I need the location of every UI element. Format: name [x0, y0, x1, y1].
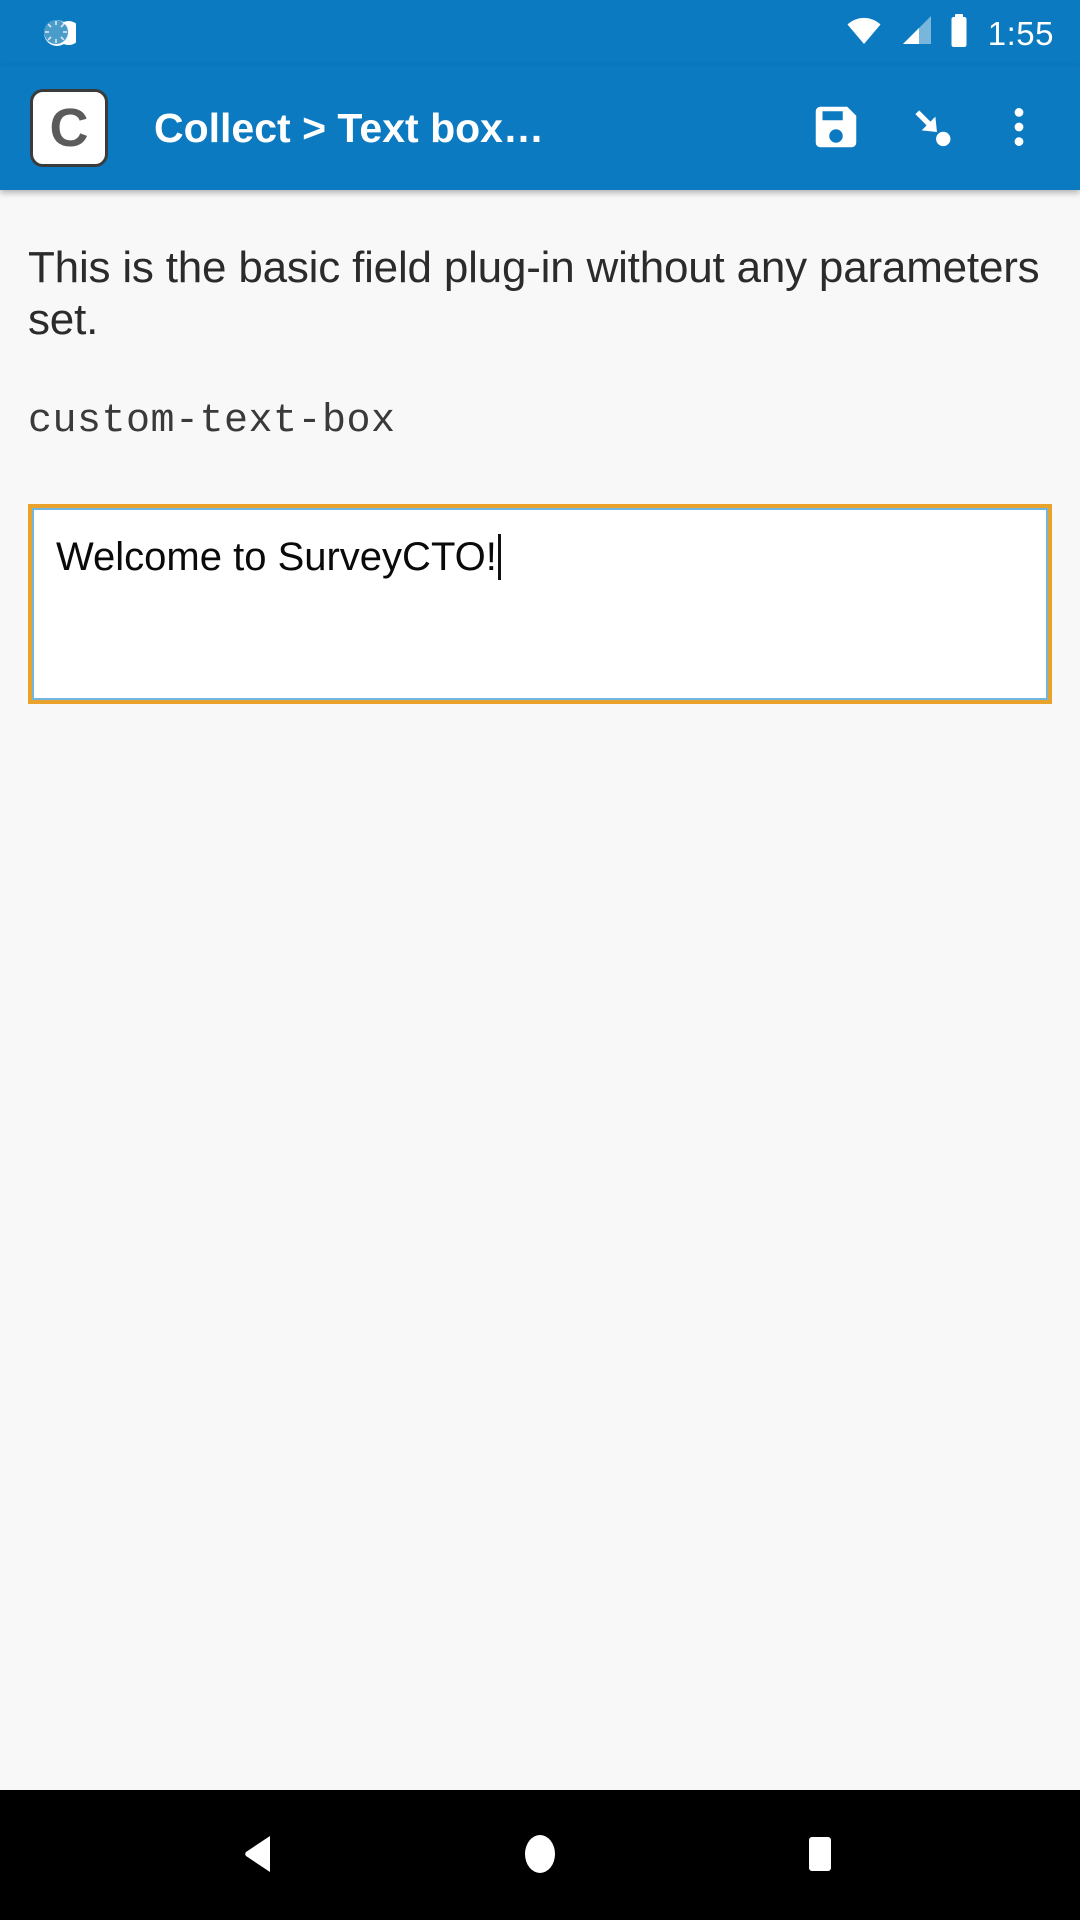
text-caret [497, 533, 501, 580]
nav-home-button[interactable] [480, 1800, 600, 1910]
overflow-menu-button[interactable] [980, 80, 1058, 176]
goto-prompt-button[interactable] [884, 80, 980, 176]
android-screen: 1:55 C Collect > Text box… This is the b… [0, 0, 1080, 1920]
page-title: Collect > Text box… [154, 107, 544, 149]
status-bar: 1:55 [0, 0, 1080, 66]
question-label: This is the basic field plug-in without … [28, 243, 1040, 344]
field-name-label: custom-text-box [28, 398, 396, 444]
app-bar: C Collect > Text box… [0, 66, 1080, 190]
text-input-area[interactable]: Welcome to SurveyCTO! [32, 507, 1048, 700]
back-triangle-icon [240, 1832, 280, 1879]
nav-back-button[interactable] [200, 1800, 320, 1910]
save-form-button[interactable] [788, 80, 884, 176]
collect-app-logo[interactable]: C [30, 89, 108, 167]
cellular-signal-icon [898, 14, 934, 53]
wifi-icon [844, 14, 884, 53]
custom-text-box-field[interactable]: Welcome to SurveyCTO! [28, 503, 1052, 704]
recents-square-icon [801, 1834, 839, 1877]
sync-circle-icon [40, 15, 81, 51]
status-bar-clock: 1:55 [987, 14, 1054, 52]
status-bar-left-icons [40, 15, 81, 51]
battery-icon [948, 13, 970, 54]
android-nav-bar [0, 1790, 1080, 1920]
status-bar-right-icons: 1:55 [844, 13, 1054, 54]
text-input-value: Welcome to SurveyCTO! [56, 534, 497, 579]
form-content: This is the basic field plug-in without … [0, 190, 1080, 1790]
save-floppy-icon [809, 100, 863, 157]
arrow-to-dot-icon [905, 100, 959, 157]
home-circle-icon [518, 1832, 562, 1879]
nav-recents-button[interactable] [760, 1800, 880, 1910]
toolbar-actions [788, 80, 1058, 176]
more-vert-icon [994, 102, 1044, 155]
